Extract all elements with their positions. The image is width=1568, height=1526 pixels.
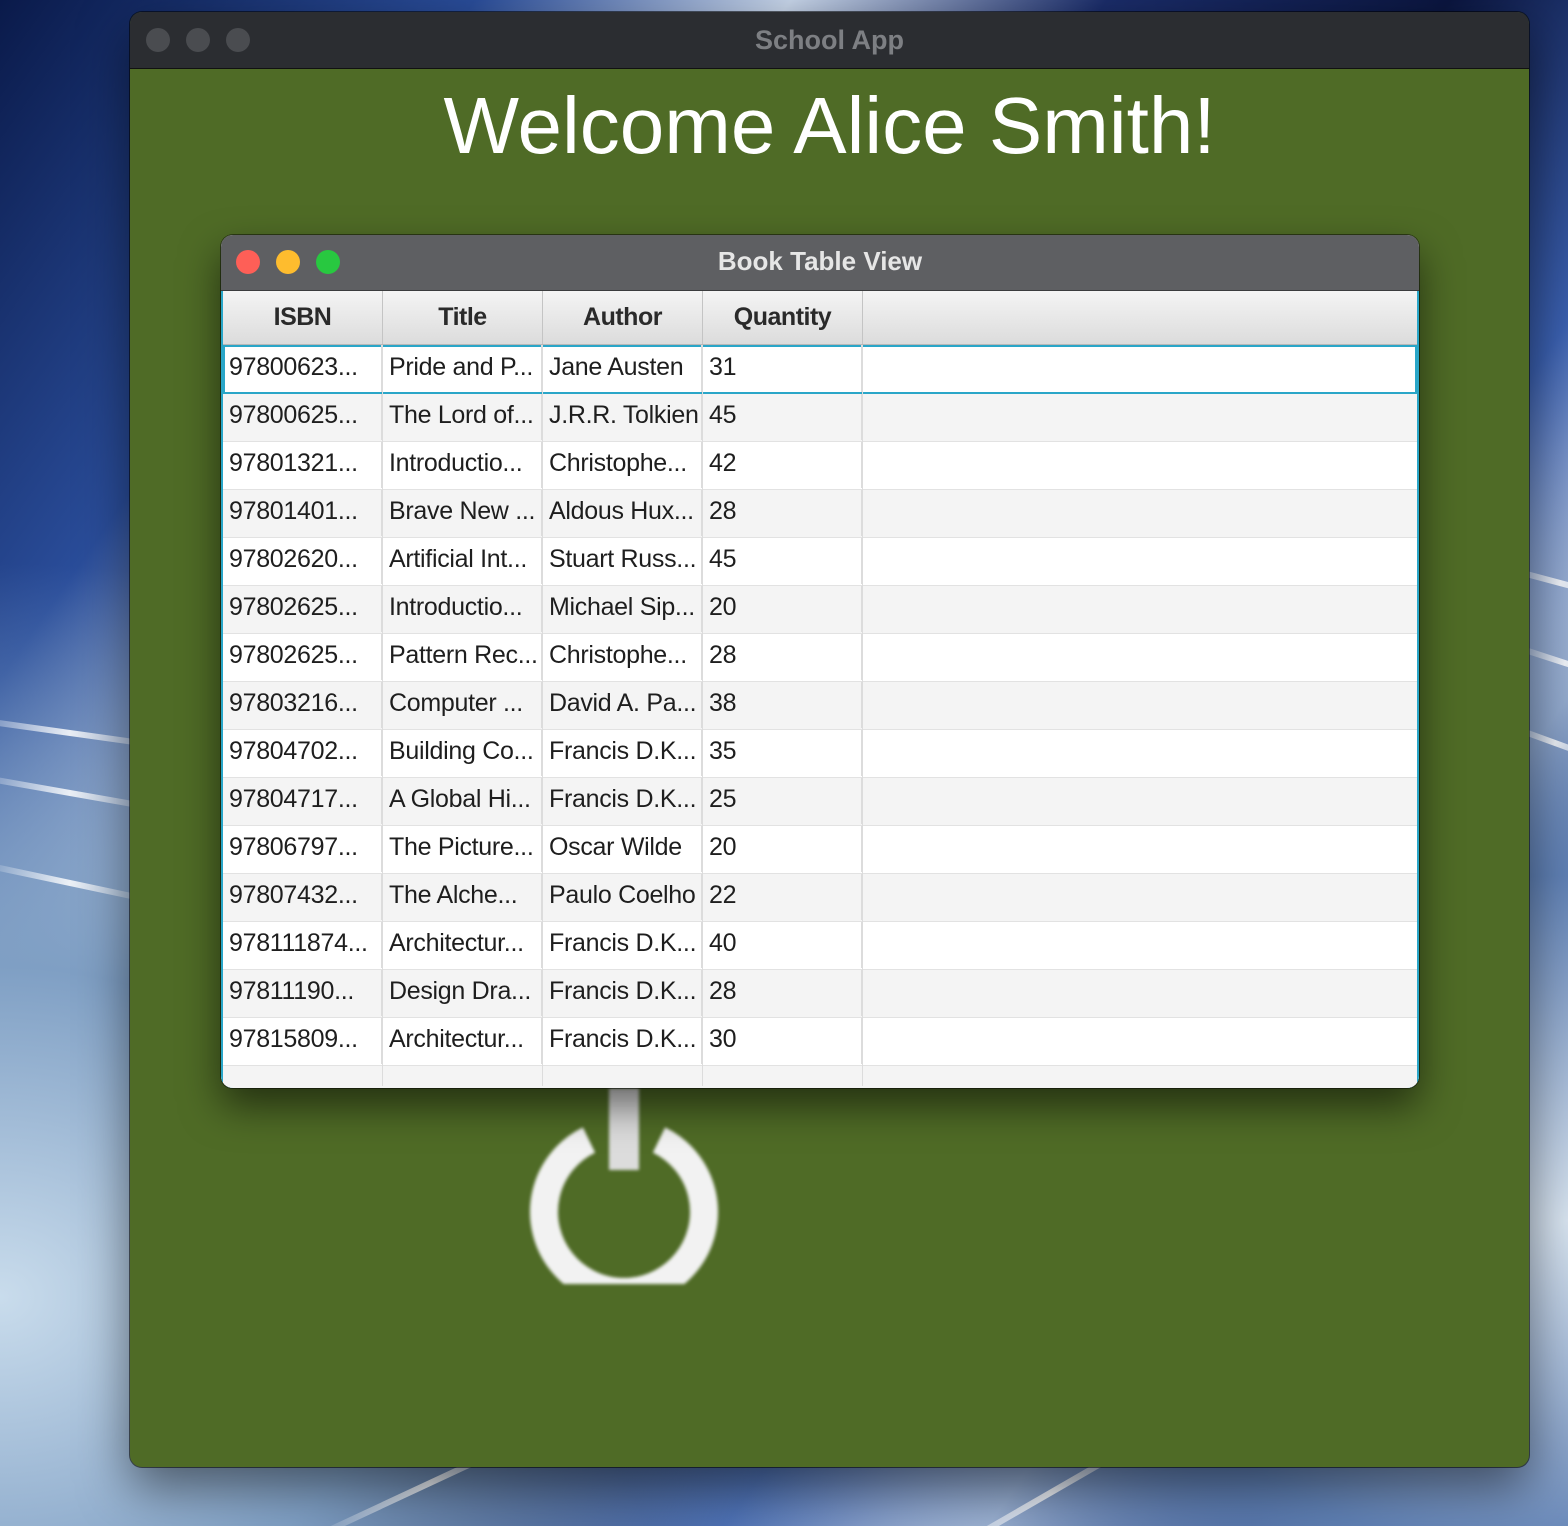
cell-isbn: 97803216... xyxy=(223,681,382,728)
table-header: ISBN Title Author Quantity xyxy=(223,291,1417,345)
cell-quantity: 28 xyxy=(703,489,862,536)
cell-quantity: 38 xyxy=(703,681,862,728)
cell-quantity: 30 xyxy=(703,1017,862,1064)
column-header-title[interactable]: Title xyxy=(383,291,543,344)
cell-quantity: 45 xyxy=(703,393,862,440)
table-row[interactable]: 97815809... Architectur... Francis D.K... 3… xyxy=(223,1017,1417,1066)
cell-isbn: 97804702... xyxy=(223,729,382,776)
cell-title: Design Dra... xyxy=(383,969,542,1016)
cell-quantity: 31 xyxy=(703,345,862,392)
table-row[interactable]: 97802625... Pattern Rec... Christophe... 28 xyxy=(223,633,1417,682)
cell-quantity: 25 xyxy=(703,777,862,824)
cell-isbn: 97801321... xyxy=(223,441,382,488)
table-row[interactable]: 97807432... The Alche... Paulo Coelho 22 xyxy=(223,873,1417,922)
cell-title: The Alche... xyxy=(383,873,542,920)
table-row[interactable]: 97806797... The Picture... Oscar Wilde 20 xyxy=(223,825,1417,874)
cell-title: Pride and P... xyxy=(383,345,542,392)
cell-title: Introductio... xyxy=(383,441,542,488)
cell-isbn: 97800623... xyxy=(223,345,382,392)
cell-author: Paulo Coelho xyxy=(543,873,702,920)
cell-author: J.R.R. Tolkien xyxy=(543,393,702,440)
cell-quantity: 20 xyxy=(703,585,862,632)
cell-title: Building Co... xyxy=(383,729,542,776)
cell-author: Christophe... xyxy=(543,441,702,488)
cell-isbn: 97800625... xyxy=(223,393,382,440)
cell-isbn: 97807432... xyxy=(223,873,382,920)
window-title: Book Table View xyxy=(717,246,923,276)
column-divider xyxy=(702,345,703,1086)
cell-quantity: 22 xyxy=(703,873,862,920)
cell-isbn: 97802625... xyxy=(223,633,382,680)
cell-quantity: 28 xyxy=(703,633,862,680)
column-divider xyxy=(862,345,863,1086)
cell-author: Aldous Hux... xyxy=(543,489,702,536)
cell-title: A Global Hi... xyxy=(383,777,542,824)
table-row[interactable]: 97803216... Computer ... David A. Pa... 38 xyxy=(223,681,1417,730)
cell-author: Francis D.K... xyxy=(543,777,702,824)
cell-title: The Lord of... xyxy=(383,393,542,440)
cell-author: Stuart Russ... xyxy=(543,537,702,584)
cell-quantity: 45 xyxy=(703,537,862,584)
main-titlebar[interactable]: School App xyxy=(130,12,1529,69)
cell-title: Introductio... xyxy=(383,585,542,632)
cell-isbn: 97802620... xyxy=(223,537,382,584)
cell-title: The Picture... xyxy=(383,825,542,872)
table-row[interactable]: 97804702... Building Co... Francis D.K... 3… xyxy=(223,729,1417,778)
cell-author: Jane Austen xyxy=(543,345,702,392)
cell-title: Pattern Rec... xyxy=(383,633,542,680)
cell-author: Francis D.K... xyxy=(543,921,702,968)
cell-quantity: 35 xyxy=(703,729,862,776)
cell-isbn: 97801401... xyxy=(223,489,382,536)
table-row[interactable]: 978111874... Architectur... Francis D.K...… xyxy=(223,921,1417,970)
cell-author: Michael Sip... xyxy=(543,585,702,632)
table-row[interactable]: 97811190... Design Dra... Francis D.K... 28 xyxy=(223,969,1417,1018)
cell-isbn: 97815809... xyxy=(223,1017,382,1064)
column-header-isbn[interactable]: ISBN xyxy=(223,291,383,344)
column-divider xyxy=(542,345,543,1086)
power-icon[interactable] xyxy=(526,1088,722,1306)
table-row-empty xyxy=(223,1065,1417,1088)
table-row[interactable]: 97801321... Introductio... Christophe... 42 xyxy=(223,441,1417,490)
table-body: 97815809... Architectur... Francis D.K... 3… xyxy=(223,345,1417,1088)
book-titlebar[interactable]: Book Table View xyxy=(221,235,1419,291)
table-row[interactable]: 97804717... A Global Hi... Francis D.K... 2… xyxy=(223,777,1417,826)
cell-isbn: 97811190... xyxy=(223,969,382,1016)
cell-title: Architectur... xyxy=(383,1017,542,1064)
book-table-window: Book Table View ISBN Title Author Quanti… xyxy=(221,235,1419,1088)
cell-author: Francis D.K... xyxy=(543,969,702,1016)
column-divider xyxy=(382,345,383,1086)
column-header-author[interactable]: Author xyxy=(543,291,703,344)
table-row[interactable]: 97800623... Pride and P... Jane Austen 31 xyxy=(223,345,1417,394)
cell-isbn: 97804717... xyxy=(223,777,382,824)
cell-title: Brave New ... xyxy=(383,489,542,536)
welcome-heading: Welcome Alice Smith! xyxy=(443,81,1216,170)
table-row[interactable]: 97802625... Introductio... Michael Sip... 2… xyxy=(223,585,1417,634)
cell-author: Oscar Wilde xyxy=(543,825,702,872)
cell-isbn: 97802625... xyxy=(223,585,382,632)
cell-author: Francis D.K... xyxy=(543,1017,702,1064)
cell-title: Computer ... xyxy=(383,681,542,728)
window-title: School App xyxy=(755,25,904,55)
cell-author: Francis D.K... xyxy=(543,729,702,776)
column-header-filler xyxy=(862,291,1417,344)
cell-author: Christophe... xyxy=(543,633,702,680)
column-header-quantity[interactable]: Quantity xyxy=(703,291,863,344)
cell-title: Artificial Int... xyxy=(383,537,542,584)
table-row[interactable]: 97802620... Artificial Int... Stuart Russ.… xyxy=(223,537,1417,586)
cell-title: Architectur... xyxy=(383,921,542,968)
book-table[interactable]: ISBN Title Author Quantity 97815809... Ar… xyxy=(221,291,1419,1088)
cell-author: David A. Pa... xyxy=(543,681,702,728)
cell-isbn: 97806797... xyxy=(223,825,382,872)
cell-quantity: 20 xyxy=(703,825,862,872)
table-row[interactable]: 97800625... The Lord of... J.R.R. Tolkien 4… xyxy=(223,393,1417,442)
cell-isbn: 978111874... xyxy=(223,921,382,968)
cell-quantity: 42 xyxy=(703,441,862,488)
cell-quantity: 40 xyxy=(703,921,862,968)
cell-quantity: 28 xyxy=(703,969,862,1016)
table-row[interactable]: 97801401... Brave New ... Aldous Hux... 28 xyxy=(223,489,1417,538)
